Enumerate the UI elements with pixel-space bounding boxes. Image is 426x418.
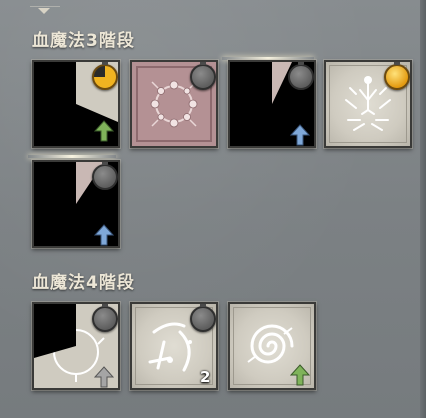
green-upgrade-arrow-icon	[94, 120, 114, 142]
blue-upgrade-arrow-icon	[94, 224, 114, 246]
skill-tile-6[interactable]	[32, 302, 120, 390]
active-glow	[28, 155, 116, 158]
gray-upgrade-arrow-icon	[94, 366, 114, 388]
stack-count: 2	[200, 368, 211, 386]
top-divider	[30, 6, 60, 7]
skill-panel: 血魔法3階段 血魔法4階段 2	[0, 0, 426, 418]
skill-tile-5[interactable]	[32, 160, 120, 248]
timer-half-icon	[92, 62, 118, 90]
skill-tile-4[interactable]	[324, 60, 412, 148]
skill-tile-8[interactable]	[228, 302, 316, 390]
green-upgrade-arrow-icon	[290, 364, 310, 386]
timer-gray-icon	[92, 304, 118, 332]
panel-notch-icon	[38, 8, 50, 14]
scroll-edge	[420, 0, 426, 418]
blue-upgrade-arrow-icon	[290, 124, 310, 146]
timer-gray-icon	[92, 162, 118, 190]
skill-tile-1[interactable]	[32, 60, 120, 148]
skill-tile-3[interactable]	[228, 60, 316, 148]
timer-gray-icon	[190, 304, 216, 332]
section-title-stage-4: 血魔法4階段	[32, 273, 135, 293]
timer-gray-icon	[190, 62, 216, 90]
skill-tile-2[interactable]	[130, 60, 218, 148]
timer-gray-icon	[288, 62, 314, 90]
timer-gold-icon	[384, 62, 410, 90]
section-title-stage-3: 血魔法3階段	[32, 31, 135, 51]
skill-tile-7[interactable]: 2	[130, 302, 218, 390]
